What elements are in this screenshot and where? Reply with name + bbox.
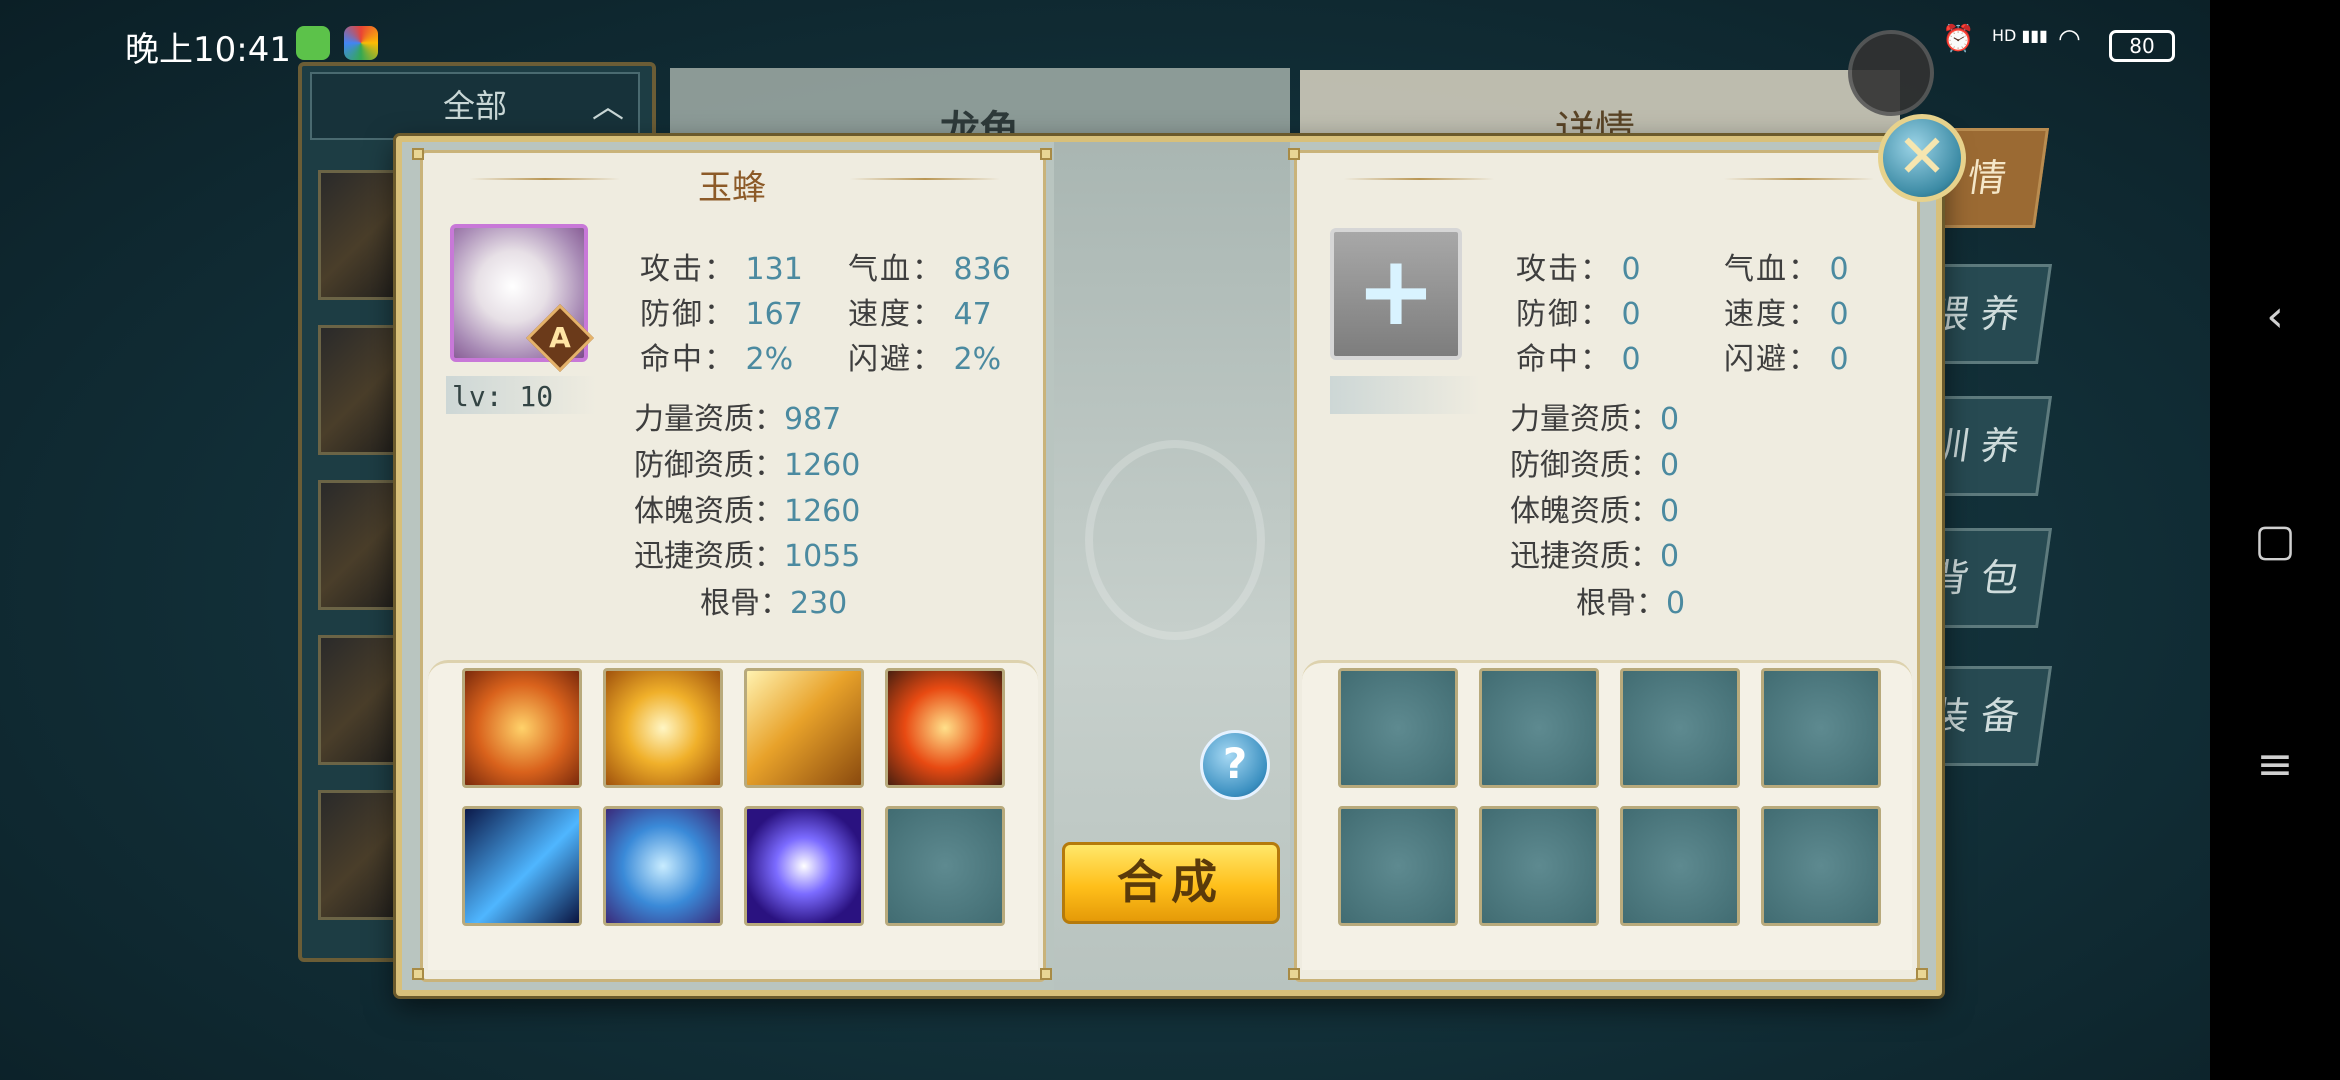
aptitude-bone: 根骨：230	[700, 586, 848, 621]
stat-dodge: 闪避： 2%	[848, 342, 1002, 377]
help-button[interactable]: ?	[1200, 730, 1270, 800]
corner-ornament	[1288, 148, 1300, 160]
left-pet-level: lv: 10	[452, 380, 554, 413]
stat-hit: 命中： 0	[1516, 342, 1641, 377]
stat-attack: 攻击： 131	[640, 252, 803, 287]
stat-defense: 防御： 0	[1516, 297, 1641, 332]
aptitude-agility: 迅捷资质：0	[1510, 539, 1680, 574]
dragon-emblem-icon	[1085, 440, 1265, 640]
stat-hp: 气血： 836	[848, 252, 1011, 287]
hd-signal-icon: HD ▮▮▮	[1992, 26, 2048, 45]
app-notification-icon	[344, 26, 378, 60]
back-icon[interactable]: ‹	[2250, 292, 2300, 342]
left-pet-name: 玉蜂	[698, 168, 766, 208]
grade-label: A	[549, 321, 571, 354]
stat-hp: 气血： 0	[1724, 252, 1849, 287]
empty-skill-slot[interactable]	[1338, 668, 1458, 788]
empty-skill-slot[interactable]	[1761, 806, 1881, 926]
void-orb-skill-icon[interactable]	[744, 806, 864, 926]
title-ornament	[1344, 178, 1494, 180]
golden-spear-skill-icon[interactable]	[744, 668, 864, 788]
flame-orb-skill-icon[interactable]	[885, 668, 1005, 788]
corner-ornament	[1288, 968, 1300, 980]
empty-skill-slot[interactable]	[1620, 668, 1740, 788]
aptitude-agility: 迅捷资质：1055	[634, 539, 861, 574]
corner-ornament	[1916, 968, 1928, 980]
level-bar	[1330, 376, 1480, 414]
status-time: 晚上10:41	[125, 30, 291, 70]
stat-speed: 速度： 0	[1724, 297, 1849, 332]
stat-defense: 防御： 167	[640, 297, 803, 332]
corner-ornament	[412, 968, 424, 980]
stat-attack: 攻击： 0	[1516, 252, 1641, 287]
stat-speed: 速度： 47	[848, 297, 992, 332]
empty-skill-slot[interactable]	[1620, 806, 1740, 926]
aptitude-strength: 力量资质：987	[634, 402, 842, 437]
add-pet-slot[interactable]: +	[1330, 228, 1462, 360]
empty-skill-slot[interactable]	[1479, 668, 1599, 788]
merge-button[interactable]: 合成	[1062, 842, 1280, 924]
aptitude-bone: 根骨：0	[1576, 586, 1686, 621]
chevron-up-icon: ︿	[591, 87, 624, 125]
alarm-icon: ⏰	[1942, 24, 1975, 54]
aptitude-physique: 体魄资质：0	[1510, 494, 1680, 529]
shield-skill-icon[interactable]	[462, 668, 582, 788]
empty-skill-slot[interactable]	[1338, 806, 1458, 926]
filter-label: 全部	[442, 87, 507, 125]
ice-claw-skill-icon[interactable]	[462, 806, 582, 926]
empty-skill-slot[interactable]	[885, 806, 1005, 926]
wechat-notification-icon	[296, 26, 330, 60]
empty-skill-slot[interactable]	[1761, 668, 1881, 788]
corner-ornament	[412, 148, 424, 160]
stat-hit: 命中： 2%	[640, 342, 794, 377]
title-ornament	[1724, 178, 1874, 180]
background-filter-dropdown: 全部 ︿	[310, 72, 640, 140]
aptitude-physique: 体魄资质：1260	[634, 494, 861, 529]
blue-shield-skill-icon[interactable]	[603, 806, 723, 926]
light-burst-skill-icon[interactable]	[603, 668, 723, 788]
aptitude-defense: 防御资质：1260	[634, 448, 861, 483]
battery-indicator: 80	[2109, 30, 2175, 62]
title-ornament	[470, 178, 620, 180]
menu-icon[interactable]: ≡	[2250, 740, 2300, 790]
aptitude-strength: 力量资质：0	[1510, 402, 1680, 437]
empty-skill-slot[interactable]	[1479, 806, 1599, 926]
home-icon[interactable]: ▢	[2250, 516, 2300, 566]
corner-ornament	[1040, 968, 1052, 980]
hd-label: HD	[1992, 26, 2017, 45]
add-icon: +	[1355, 235, 1437, 347]
stat-dodge: 闪避： 0	[1724, 342, 1849, 377]
close-button[interactable]: ✕	[1878, 114, 1966, 202]
wifi-icon: ◠	[2058, 24, 2081, 54]
corner-ornament	[1040, 148, 1052, 160]
aptitude-defense: 防御资质：0	[1510, 448, 1680, 483]
background-close-icon	[1848, 30, 1934, 116]
title-ornament	[850, 178, 1000, 180]
